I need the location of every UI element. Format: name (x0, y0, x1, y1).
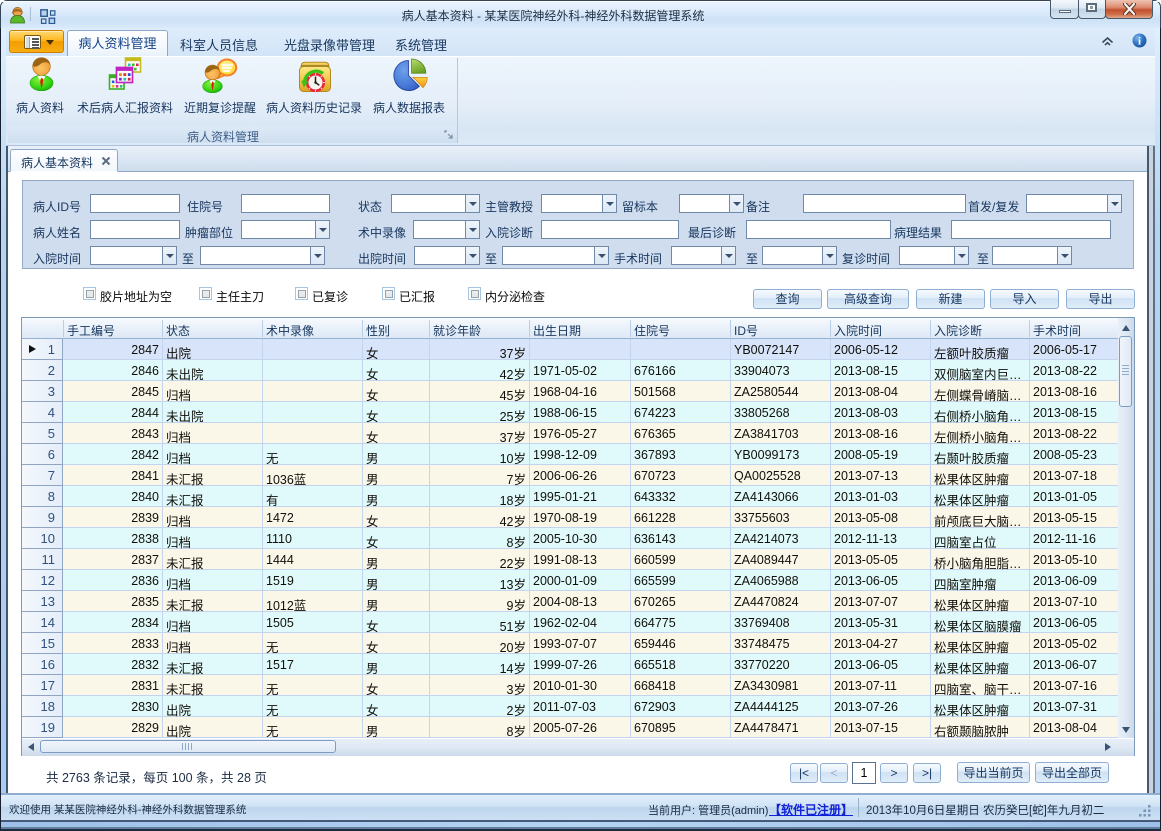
svg-text:i: i (1138, 36, 1141, 48)
